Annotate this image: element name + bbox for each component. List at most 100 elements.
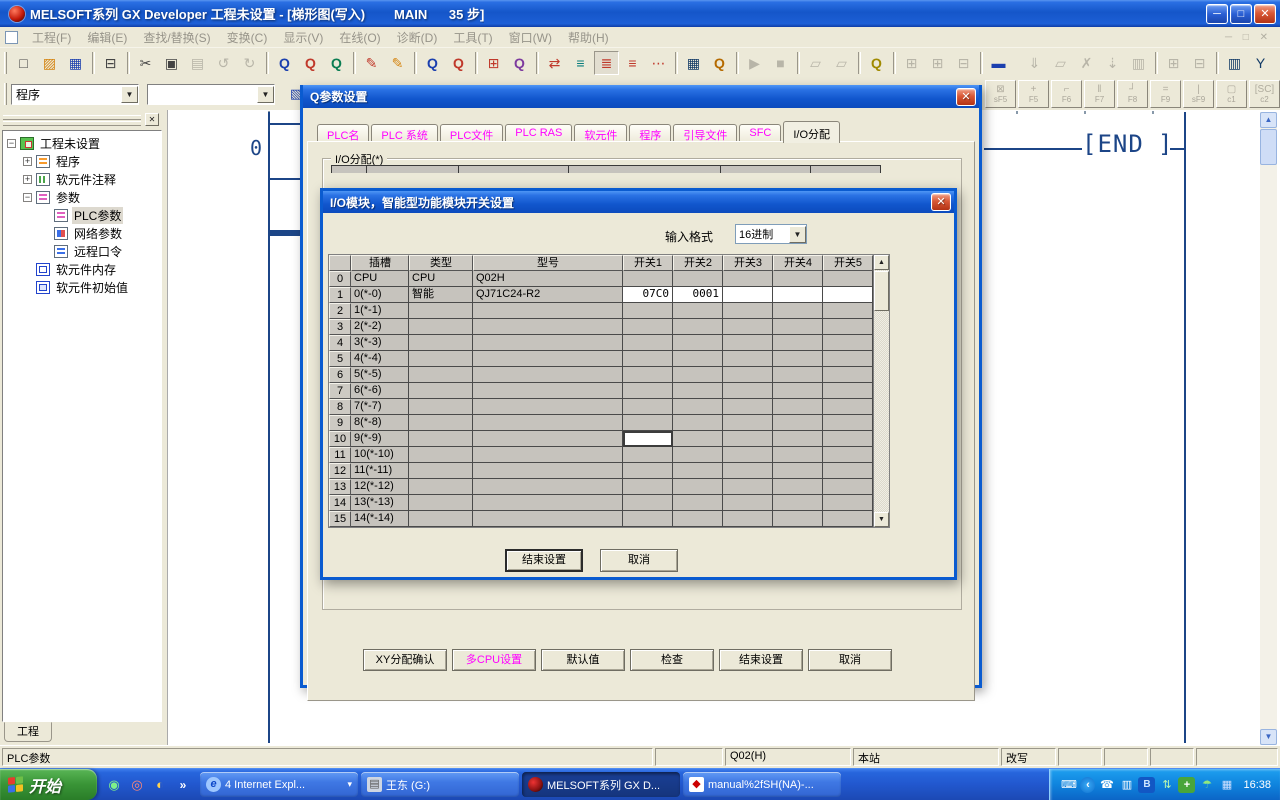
switch3-cell[interactable] (723, 399, 773, 415)
menu-edit[interactable]: 编辑(E) (79, 29, 135, 46)
switch4-cell[interactable] (773, 447, 823, 463)
type-cell[interactable] (409, 383, 473, 399)
switch3-cell[interactable] (723, 271, 773, 287)
tree-item-device-memory[interactable]: 软元件内存 (3, 260, 161, 278)
monitor-start-icon[interactable]: ▶ (742, 51, 767, 75)
tray-collapse-icon[interactable]: ‹ (1080, 777, 1095, 793)
redo-icon[interactable]: ↻ (237, 51, 262, 75)
scrollbar-thumb[interactable] (874, 271, 889, 311)
fkey-f5-button[interactable]: + F5 (1018, 80, 1049, 108)
child-window-icon[interactable] (5, 31, 18, 44)
start-button[interactable]: 开始 (0, 769, 97, 800)
device-test-1-icon[interactable]: ⊞ (899, 51, 924, 75)
tray-antivirus-icon[interactable]: + (1178, 777, 1195, 793)
switch1-cell[interactable]: 07C0 (623, 287, 673, 303)
toolbar-grip[interactable] (4, 83, 7, 105)
switch5-cell[interactable] (823, 383, 873, 399)
slot-cell[interactable]: 12(*-12) (351, 479, 409, 495)
switch2-cell[interactable] (673, 383, 723, 399)
slot-cell[interactable]: 1(*-1) (351, 303, 409, 319)
partial-run-icon[interactable]: ▥ (1126, 51, 1151, 75)
slot-cell[interactable]: 13(*-13) (351, 495, 409, 511)
row-header[interactable]: 14 (329, 495, 351, 511)
switch3-cell[interactable] (723, 415, 773, 431)
switch3-cell[interactable] (723, 367, 773, 383)
insert-row-icon[interactable]: ⊞ (1161, 51, 1186, 75)
type-cell[interactable] (409, 463, 473, 479)
switch5-cell[interactable] (823, 367, 873, 383)
switch1-cell[interactable] (623, 495, 673, 511)
switch1-cell[interactable] (623, 399, 673, 415)
delete-row-icon[interactable]: ⊟ (1187, 51, 1212, 75)
switch2-cell[interactable] (673, 495, 723, 511)
tree-item-device-comment[interactable]: + 软元件注释 (3, 170, 161, 188)
project-search-icon[interactable]: Q (507, 51, 532, 75)
switch5-cell[interactable] (823, 303, 873, 319)
switch1-cell[interactable] (623, 479, 673, 495)
quick-launch-3-icon[interactable]: ◐ (152, 777, 168, 793)
switch5-cell[interactable] (823, 463, 873, 479)
type-cell[interactable] (409, 335, 473, 351)
tray-app-icon[interactable]: ▦ (1218, 777, 1235, 793)
multi-cpu-setting-button[interactable]: 多CPU设置 (452, 649, 536, 671)
menu-online[interactable]: 在线(O) (331, 29, 388, 46)
model-cell[interactable] (473, 351, 623, 367)
tab-io-assignment[interactable]: I/O分配 (783, 121, 840, 143)
type-cell[interactable]: 智能 (409, 287, 473, 303)
io-transfer-icon[interactable]: ⇄ (542, 51, 567, 75)
copy-icon[interactable]: ▣ (159, 51, 184, 75)
model-cell[interactable] (473, 463, 623, 479)
dialog-title-bar[interactable]: I/O模块，智能型功能模块开关设置 ✕ (323, 191, 954, 213)
switch4-cell[interactable] (773, 399, 823, 415)
type-cell[interactable] (409, 351, 473, 367)
row-header[interactable]: 15 (329, 511, 351, 527)
slot-cell[interactable]: CPU (351, 271, 409, 287)
switch3-cell[interactable] (723, 351, 773, 367)
model-cell[interactable] (473, 367, 623, 383)
minimize-button[interactable]: ─ (1206, 4, 1228, 24)
tree-item-program[interactable]: + 程序 (3, 152, 161, 170)
slot-cell[interactable]: 3(*-3) (351, 335, 409, 351)
slot-cell[interactable]: 0(*-0) (351, 287, 409, 303)
tray-device-icon[interactable]: ☎ (1098, 777, 1115, 793)
model-cell[interactable] (473, 415, 623, 431)
panel-drag-handle[interactable]: ✕ (3, 113, 161, 128)
type-cell[interactable] (409, 303, 473, 319)
switch3-cell[interactable] (723, 431, 773, 447)
type-cell[interactable] (409, 447, 473, 463)
switch3-cell[interactable] (723, 383, 773, 399)
type-cell[interactable] (409, 495, 473, 511)
close-button[interactable]: ✕ (1254, 4, 1276, 24)
fkey-c1-button[interactable]: ▢ c1 (1216, 80, 1247, 108)
switch2-cell[interactable] (673, 351, 723, 367)
model-cell[interactable]: Q02H (473, 271, 623, 287)
switch2-cell[interactable] (673, 399, 723, 415)
fkey-f7-button[interactable]: ‖ F7 (1084, 80, 1115, 108)
menu-tools[interactable]: 工具(T) (445, 29, 500, 46)
type-cell[interactable] (409, 319, 473, 335)
input-format-select[interactable]: 16进制 ▼ (735, 224, 807, 244)
menu-project[interactable]: 工程(F) (24, 29, 79, 46)
help-icon[interactable]: Q (864, 51, 889, 75)
tray-network-icon[interactable]: ▥ (1118, 777, 1135, 793)
row-header[interactable]: 4 (329, 335, 351, 351)
switch3-cell[interactable] (723, 319, 773, 335)
switch4-cell[interactable] (773, 335, 823, 351)
switch2-cell[interactable] (673, 447, 723, 463)
xy-assignment-confirm-button[interactable]: XY分配确认 (363, 649, 447, 671)
row-header[interactable]: 7 (329, 383, 351, 399)
change-window-icon[interactable]: ⊞ (481, 51, 506, 75)
switch4-cell[interactable] (773, 415, 823, 431)
row-header[interactable]: 12 (329, 463, 351, 479)
model-cell[interactable] (473, 431, 623, 447)
switch3-cell[interactable] (723, 303, 773, 319)
tree-expander[interactable]: + (23, 175, 32, 184)
tree-item-network-parameter[interactable]: 网络参数 (3, 224, 161, 242)
model-cell[interactable] (473, 479, 623, 495)
fkey-f8-button[interactable]: ┘ F8 (1117, 80, 1148, 108)
new-project-icon[interactable]: □ (11, 51, 36, 75)
menu-help[interactable]: 帮助(H) (560, 29, 617, 46)
fkey-f9-button[interactable]: = F9 (1150, 80, 1181, 108)
window-prev-icon[interactable]: ▱ (803, 51, 828, 75)
fkey-f6-button[interactable]: ⌐ F6 (1051, 80, 1082, 108)
